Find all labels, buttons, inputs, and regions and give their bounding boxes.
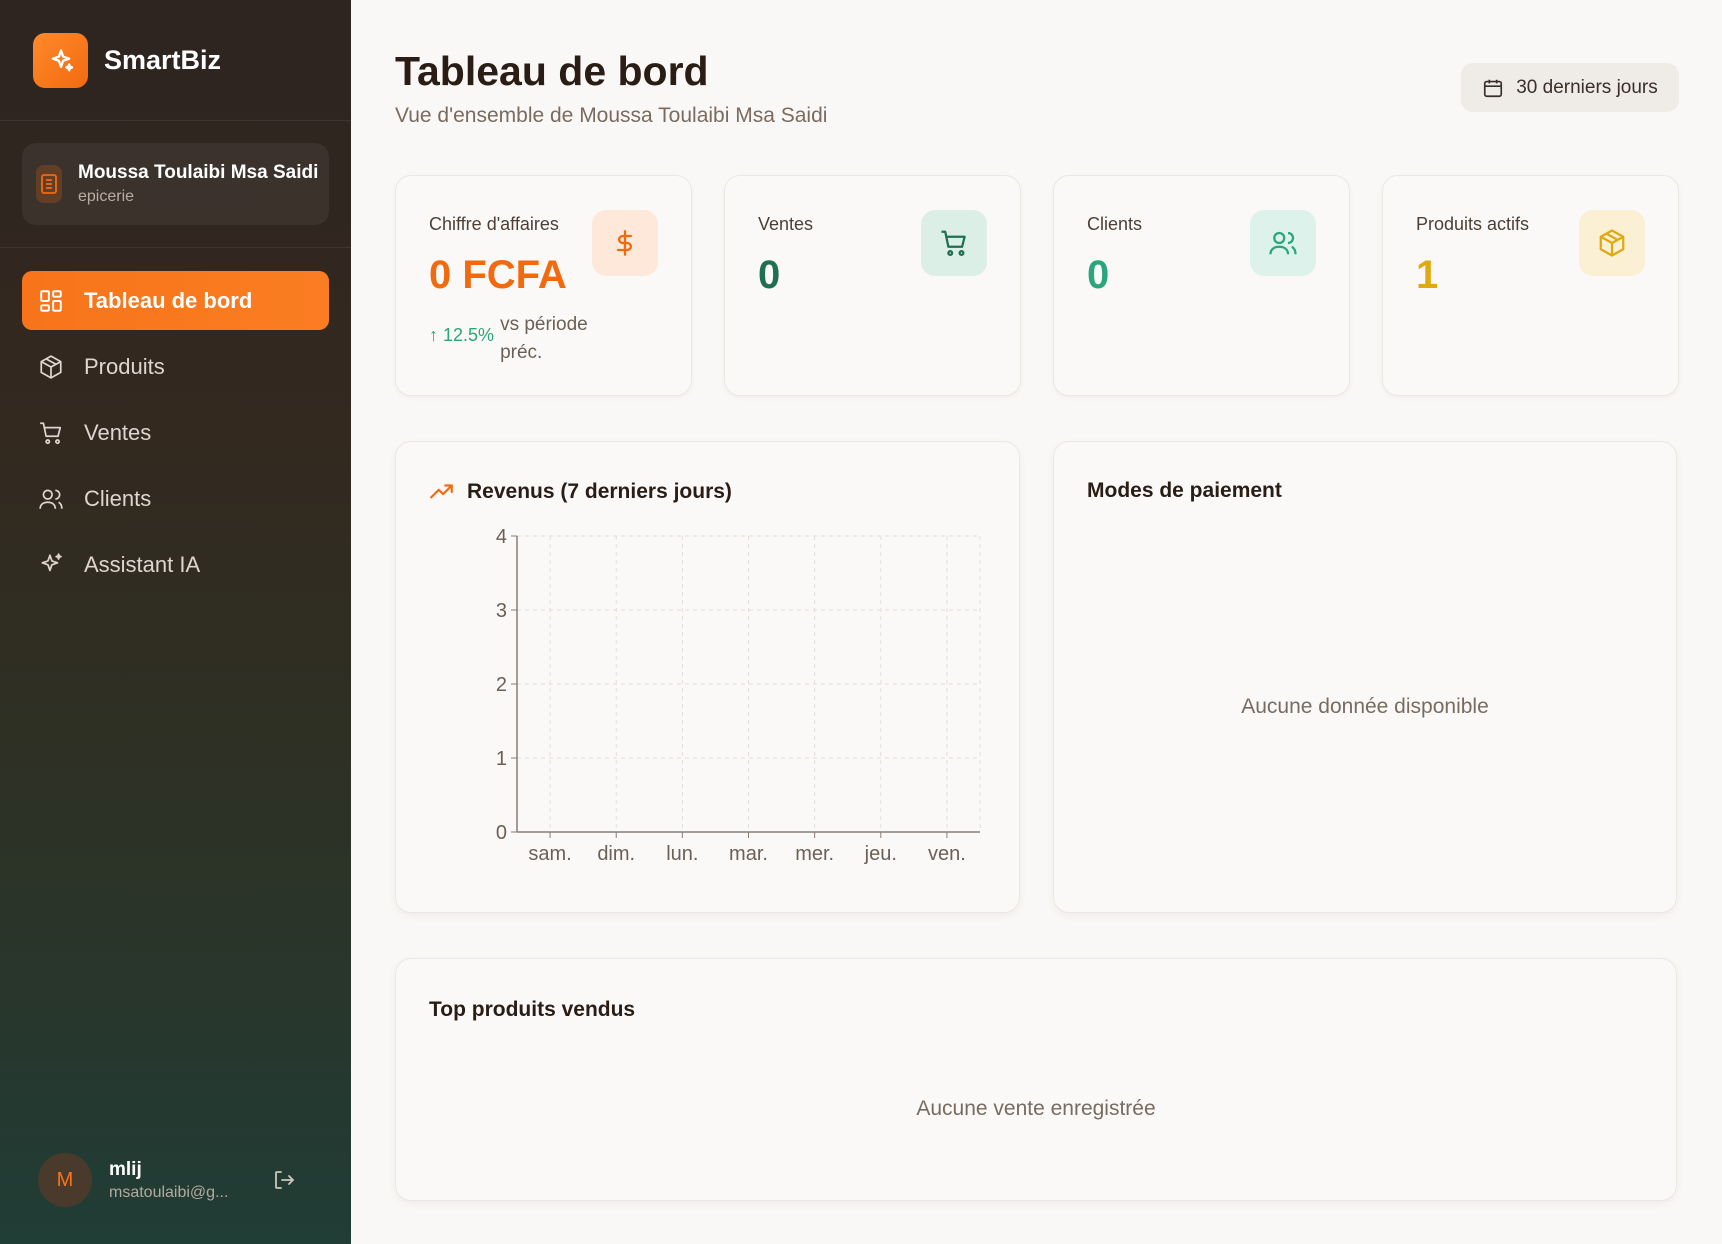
- sidebar-item-label: Clients: [84, 485, 152, 511]
- sidebar-item-label: Ventes: [84, 419, 152, 445]
- dashboard-grid-icon: [40, 289, 62, 312]
- user-name: mlij: [109, 1158, 142, 1180]
- y-tick-label: 1: [496, 748, 507, 770]
- users-icon: [39, 488, 63, 509]
- kpi-value: 0: [1087, 253, 1110, 297]
- x-tick-label: lun.: [666, 843, 698, 865]
- sidebar-item-label: Produits: [84, 353, 165, 379]
- divider: [0, 247, 351, 248]
- cart-icon: [921, 210, 987, 276]
- cart-icon: [40, 421, 62, 444]
- empty-state: Aucune vente enregistrée: [916, 1097, 1156, 1120]
- x-tick-label: ven.: [928, 843, 966, 865]
- sparkles-icon: [33, 33, 88, 88]
- page-title: Tableau de bord: [395, 48, 709, 94]
- x-tick-label: sam.: [528, 843, 571, 865]
- avatar[interactable]: M: [38, 1153, 92, 1207]
- store-name: Moussa Toulaibi Msa Saidi: [78, 162, 319, 183]
- payment-modes-card: Modes de paiement Aucune donnée disponib…: [1053, 441, 1677, 913]
- kpi-card-active-products: Produits actifs 1: [1382, 175, 1679, 396]
- card-title: Modes de paiement: [1087, 479, 1282, 502]
- sidebar-item-assistant[interactable]: Assistant IA: [22, 535, 329, 594]
- store-type: epicerie: [78, 188, 135, 205]
- store-card[interactable]: Moussa Toulaibi Msa Saidi epicerie: [22, 143, 329, 225]
- x-tick-label: jeu.: [864, 843, 897, 865]
- dollar-icon: [592, 210, 658, 276]
- trend-up-value: ↑ 12.5%: [429, 325, 495, 345]
- revenue-line-chart: 0 1 2 3 4 sam. dim. lun. mar. mer. jeu. ven.: [496, 526, 981, 865]
- period-selector-button[interactable]: 30 derniers jours: [1461, 63, 1679, 112]
- x-tick-label: dim.: [597, 843, 635, 865]
- sidebar-item-label: Tableau de bord: [84, 287, 253, 313]
- user-email: msatoulaibi@g...: [109, 1183, 229, 1201]
- sidebar-item-products[interactable]: Produits: [22, 337, 329, 396]
- kpi-label: Chiffre d'affaires: [429, 214, 559, 234]
- kpi-value: 0 FCFA: [429, 253, 567, 297]
- kpi-value: 0: [758, 253, 781, 297]
- calendar-icon: [1484, 79, 1503, 97]
- brand-name: SmartBiz: [104, 45, 222, 75]
- user-profile: M mlij msatoulaibi@g...: [38, 1152, 308, 1208]
- sparkles-icon: [41, 552, 62, 571]
- x-tick-label: mer.: [795, 843, 834, 865]
- y-tick-label: 3: [496, 600, 507, 622]
- y-tick-label: 2: [496, 674, 507, 696]
- sidebar-item-label: Assistant IA: [84, 551, 201, 577]
- x-tick-label: mar.: [729, 843, 768, 865]
- revenue-chart-card: Revenus (7 derniers jours) 0 1 2 3 4 sam. dim.…: [395, 441, 1020, 913]
- top-products-card: Top produits vendus Aucune vente enregis…: [395, 958, 1677, 1201]
- y-tick-label: 0: [496, 822, 507, 844]
- card-title: Top produits vendus: [429, 998, 636, 1021]
- kpi-card-revenue: Chiffre d'affaires 0 FCFA ↑ 12.5% vs pér…: [395, 175, 692, 396]
- brand[interactable]: SmartBiz: [33, 33, 221, 88]
- y-tick-label: 4: [496, 526, 507, 548]
- kpi-card-clients: Clients 0: [1053, 175, 1350, 396]
- package-icon: [40, 354, 62, 379]
- building-icon: [36, 165, 62, 203]
- kpi-label: Produits actifs: [1416, 214, 1530, 234]
- kpi-label: Clients: [1087, 214, 1143, 234]
- sidebar: SmartBiz Moussa Toulaibi Msa Saidi epice…: [0, 0, 351, 1244]
- sidebar-item-dashboard[interactable]: Tableau de bord: [22, 271, 329, 330]
- logout-icon[interactable]: [272, 1168, 296, 1192]
- sidebar-item-clients[interactable]: Clients: [22, 469, 329, 528]
- kpi-card-sales: Ventes 0: [724, 175, 1021, 396]
- period-label: 30 derniers jours: [1516, 76, 1658, 98]
- empty-state: Aucune donnée disponible: [1241, 695, 1489, 718]
- kpi-trend: ↑ 12.5% vs période préc.: [429, 311, 600, 367]
- trend-caption: vs période préc.: [500, 314, 588, 363]
- package-icon: [1579, 210, 1645, 276]
- sidebar-nav: Tableau de bord Produits Ventes Clients: [22, 271, 329, 601]
- users-icon: [1250, 210, 1316, 276]
- divider: [0, 120, 351, 121]
- sidebar-item-sales[interactable]: Ventes: [22, 403, 329, 462]
- kpi-value: 1: [1416, 253, 1439, 297]
- page-subtitle: Vue d'ensemble de Moussa Toulaibi Msa Sa…: [395, 104, 828, 127]
- kpi-label: Ventes: [758, 214, 814, 234]
